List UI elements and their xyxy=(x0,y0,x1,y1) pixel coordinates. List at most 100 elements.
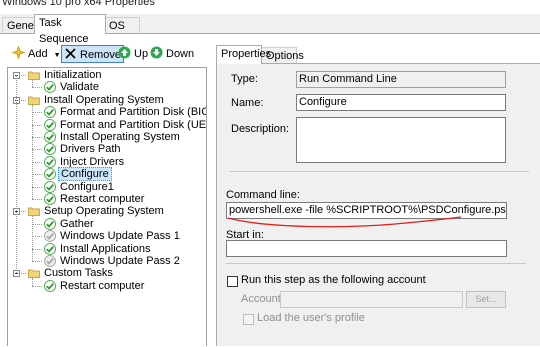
remove-button-label: Remove xyxy=(80,49,121,61)
account-input[interactable] xyxy=(280,291,463,308)
tree-connector xyxy=(32,285,42,287)
folder-icon xyxy=(28,69,40,81)
tree-connector xyxy=(32,161,42,163)
red-underline-annotation xyxy=(227,216,462,228)
green-check-icon xyxy=(44,193,56,205)
tree-step[interactable]: Format and Partition Disk (BIOS) xyxy=(44,106,207,119)
separator xyxy=(229,171,529,172)
tree-step[interactable]: Gather xyxy=(44,218,96,230)
star-add-icon xyxy=(11,45,26,60)
tree-group[interactable]: Initialization xyxy=(28,69,103,81)
tree-step[interactable]: Restart computer xyxy=(44,280,146,292)
tree-connector xyxy=(32,124,42,126)
tree-item-label: Restart computer xyxy=(60,193,145,205)
tree-connector xyxy=(32,236,42,238)
remove-x-icon xyxy=(64,47,77,60)
green-check-icon xyxy=(44,131,56,143)
up-button[interactable]: Up xyxy=(118,45,148,63)
tree-group[interactable]: Setup Operating System xyxy=(28,205,166,217)
tree-connector xyxy=(32,104,33,199)
tree-item-label: Install Operating System xyxy=(44,93,164,106)
account-label: Account: xyxy=(241,293,284,305)
add-button[interactable]: Add ▼ xyxy=(11,45,61,63)
tree-step[interactable]: Install Operating System xyxy=(44,131,182,143)
window-title-bar: Windows 10 pro x64 Properties xyxy=(0,0,540,14)
add-button-label: Add xyxy=(28,48,48,60)
tree-step[interactable]: Windows Update Pass 1 xyxy=(44,230,182,242)
tree-step[interactable]: Configure xyxy=(44,167,112,182)
tree-step[interactable]: Windows Update Pass 2 xyxy=(44,255,182,267)
tree-connector xyxy=(32,199,42,200)
down-button-label: Down xyxy=(166,48,195,60)
tree-item-label: Configure xyxy=(58,167,112,182)
load-profile-label: Load the user's profile xyxy=(257,312,365,324)
tree-step[interactable]: Inject Drivers xyxy=(44,156,126,168)
green-check-icon xyxy=(44,168,56,181)
remove-button[interactable]: Remove xyxy=(61,45,124,63)
tree-connector xyxy=(32,112,42,114)
tree-connector xyxy=(32,149,42,151)
green-check-icon xyxy=(44,118,56,131)
green-check-icon xyxy=(44,217,56,230)
tree-item-label: Inject Drivers xyxy=(60,155,125,168)
green-check-icon xyxy=(44,242,56,255)
tree-item-label: Install Applications xyxy=(60,242,151,255)
tree-item-label: Windows Update Pass 1 xyxy=(60,230,180,243)
tree-item-label: Format and Partition Disk (BIOS) xyxy=(60,106,207,119)
tree-item-label: Windows Update Pass 2 xyxy=(60,255,180,267)
tree-item-label: Drivers Path xyxy=(60,143,121,156)
tab-options-label: Options xyxy=(266,50,304,62)
green-check-icon xyxy=(44,155,56,168)
tab-os-info[interactable]: OS Info xyxy=(104,17,140,48)
window-title: Windows 10 pro x64 Properties xyxy=(2,0,155,8)
tree-connector xyxy=(32,278,33,286)
tree-connector xyxy=(32,216,33,261)
green-check-icon xyxy=(44,279,56,292)
type-field: Run Command Line xyxy=(296,71,506,88)
tree-item-label: Format and Partition Disk (UEFI) xyxy=(60,118,207,131)
tree-item-label: Validate xyxy=(60,81,99,94)
separator xyxy=(226,263,526,264)
down-button[interactable]: Down xyxy=(150,45,194,63)
green-check-icon xyxy=(44,81,56,94)
load-profile-checkbox[interactable] xyxy=(243,314,254,325)
command-line-label: Command line: xyxy=(226,189,300,201)
task-sequence-tree[interactable]: Initialization Validate Install Operating … xyxy=(7,67,207,346)
dropdown-arrow-icon: ▼ xyxy=(53,52,61,59)
tree-connector xyxy=(32,186,42,188)
tree-group[interactable]: Install Operating System xyxy=(28,94,166,106)
tree-item-label: Install Operating System xyxy=(60,131,180,143)
tree-item-label: Gather xyxy=(60,217,94,230)
set-button[interactable]: Set... xyxy=(466,291,506,308)
tree-item-label: Initialization xyxy=(44,69,102,81)
green-check-icon xyxy=(44,106,56,119)
properties-panel: Type: Run Command Line Name: Configure D… xyxy=(216,63,540,346)
type-label: Type: xyxy=(231,73,258,85)
run-as-account-label: Run this step as the following account xyxy=(241,274,426,286)
description-input[interactable] xyxy=(296,117,506,163)
tree-group[interactable]: Custom Tasks xyxy=(28,267,115,279)
run-as-account-checkbox[interactable] xyxy=(227,276,238,287)
tab-task-sequence[interactable]: Task Sequence xyxy=(34,14,106,45)
tab-properties-label: Properties xyxy=(221,48,272,60)
tree-item-label: Configure1 xyxy=(60,180,114,193)
tree-step[interactable]: Restart computer xyxy=(44,193,146,205)
tree-connector xyxy=(32,174,42,176)
description-label: Description: xyxy=(231,123,290,135)
tree-connector xyxy=(32,137,42,138)
disabled-check-icon xyxy=(44,255,56,267)
tree-step[interactable]: Validate xyxy=(44,81,101,93)
name-label: Name: xyxy=(231,97,264,109)
tree-step[interactable]: Drivers Path xyxy=(44,143,123,155)
tab-task-sequence-label: Task Sequence xyxy=(39,17,89,45)
disabled-check-icon xyxy=(44,230,56,243)
tree-step[interactable]: Install Applications xyxy=(44,243,153,255)
tree-step[interactable]: Format and Partition Disk (UEFI) xyxy=(44,118,207,131)
tree-item-label: Custom Tasks xyxy=(44,267,113,280)
name-input[interactable]: Configure xyxy=(296,94,506,111)
tree-connector xyxy=(32,261,42,262)
tree-step[interactable]: Configure1 xyxy=(44,181,116,193)
start-in-input[interactable] xyxy=(226,240,507,257)
green-check-icon xyxy=(44,143,56,156)
tab-properties[interactable]: Properties xyxy=(216,45,271,64)
